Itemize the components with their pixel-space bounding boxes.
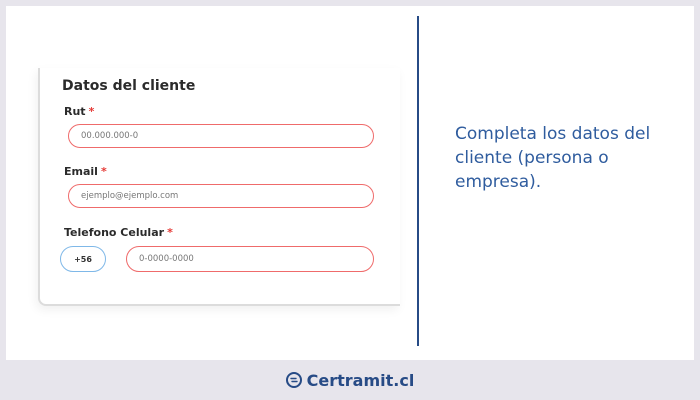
instruction-text: Completa los datos del cliente (persona … bbox=[455, 124, 651, 192]
rut-input[interactable] bbox=[68, 124, 374, 148]
rut-label-text: Rut bbox=[64, 105, 86, 118]
vertical-divider bbox=[417, 16, 419, 346]
email-label: Email * bbox=[64, 165, 107, 178]
phone-input[interactable] bbox=[126, 246, 374, 272]
rut-label: Rut * bbox=[64, 105, 94, 118]
email-required-mark: * bbox=[100, 165, 107, 178]
certramit-logo-icon bbox=[285, 372, 302, 388]
slide-panel: Datos del cliente Rut* Email* Telefono C… bbox=[6, 6, 694, 360]
footer-brand: Certramit.cl bbox=[0, 360, 700, 400]
brand-name: Certramit.cl bbox=[306, 370, 415, 390]
email-input[interactable] bbox=[68, 184, 374, 208]
rut-required-mark: * bbox=[88, 105, 95, 118]
form-title: Datos del cliente bbox=[62, 78, 196, 94]
phone-label-text: Telefono Celular bbox=[64, 226, 165, 239]
client-form-card: Datos del cliente Rut* Email* Telefono C… bbox=[38, 68, 400, 306]
country-code-button[interactable]: +56 bbox=[60, 246, 106, 272]
email-label-text: Email bbox=[64, 165, 98, 178]
phone-required-mark: * bbox=[167, 226, 173, 239]
phone-label: Telefono Celular * bbox=[64, 226, 173, 239]
